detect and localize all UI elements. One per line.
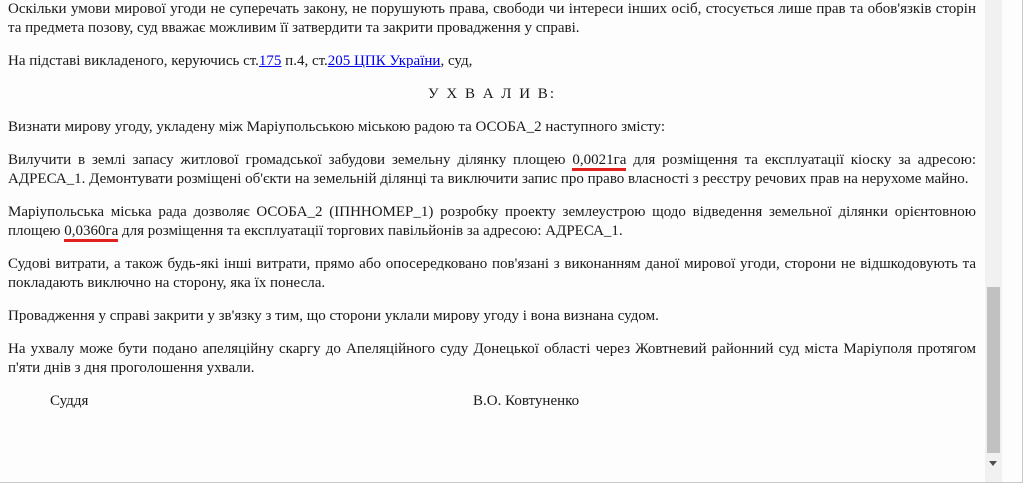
link-article-205-cpk[interactable]: 205 ЦПК України xyxy=(328,53,441,69)
legal-basis-suffix: , суд, xyxy=(440,53,473,69)
scroll-down-arrow-icon[interactable] xyxy=(989,461,997,466)
paragraph-legal-basis: На підставі викладеного, керуючись ст.17… xyxy=(8,52,976,71)
document-viewer: Оскільки умови мирової угоди не супереча… xyxy=(0,0,1023,483)
judge-role: Суддя xyxy=(50,393,89,409)
scrollbar-thumb[interactable] xyxy=(987,287,1000,453)
legal-basis-middle: п.4, ст. xyxy=(281,53,328,69)
paragraph-land-withdrawal: Вилучити в землі запасу житлової громадс… xyxy=(8,151,976,189)
paragraph-settlement-intro: Визнати мирову угоду, укладену між Маріу… xyxy=(8,119,665,135)
link-article-175[interactable]: 175 xyxy=(259,53,282,69)
legal-basis-prefix: На підставі викладеного, керуючись ст. xyxy=(8,53,259,69)
paragraph-appeal: На ухвалу може бути подано апеляційну ск… xyxy=(8,341,976,376)
signature-row: Суддя В.О. Ковтуненко xyxy=(8,392,976,411)
paragraph-approval-reason: Оскільки умови мирової угоди не супереча… xyxy=(8,1,976,36)
land-withdrawal-prefix: Вилучити в землі запасу житлової громадс… xyxy=(8,152,573,168)
paragraph-land-project: Маріупольська міська рада дозволяє ОСОБА… xyxy=(8,203,976,242)
vertical-scrollbar[interactable] xyxy=(985,0,1002,482)
ruling-heading: У Х В А Л И В: xyxy=(428,86,556,102)
judge-name: В.О. Ковтуненко xyxy=(473,393,580,409)
paragraph-court-costs: Судові витрати, а також будь-які інші ви… xyxy=(8,256,976,291)
paragraph-case-closed: Провадження у справі закрити у зв'язку з… xyxy=(8,308,659,324)
area-highlight-2: 0,0360га xyxy=(64,223,119,242)
land-project-suffix: для розміщення та експлуатації торгових … xyxy=(118,223,623,239)
document-body: Оскільки умови мирової угоди не супереча… xyxy=(8,0,976,411)
area-highlight-1: 0,0021га xyxy=(572,152,627,171)
